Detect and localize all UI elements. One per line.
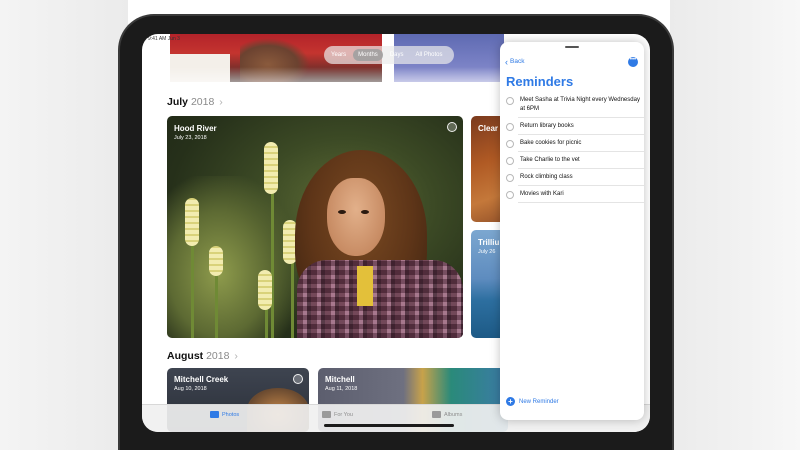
reminder-text: Bake cookies for picnic	[520, 140, 582, 146]
home-indicator[interactable]	[324, 424, 454, 427]
tab-albums[interactable]: Albums	[432, 411, 462, 418]
list-item[interactable]: Return library books	[500, 118, 644, 135]
card-title: Hood River	[174, 124, 217, 133]
card-date: July 23, 2018	[174, 135, 207, 141]
reminder-text: Return library books	[520, 123, 574, 129]
list-item[interactable]: Meet Sasha at Trivia Night every Wednesd…	[500, 92, 644, 118]
section-header-august[interactable]: August 2018 ›	[167, 350, 238, 362]
back-label: Back	[510, 58, 525, 65]
tab-label: Photos	[222, 411, 240, 418]
list-item[interactable]: Bake cookies for picnic	[500, 135, 644, 152]
status-bar-time: 9:41 AM Jun 3	[148, 36, 180, 42]
segment-months[interactable]: Months	[353, 49, 383, 61]
section-year: 2018	[190, 96, 215, 108]
chevron-left-icon: ‹	[505, 56, 508, 67]
tab-for-you[interactable]: For You	[322, 411, 353, 418]
flower-spike	[258, 270, 272, 310]
select-circle-icon[interactable]	[293, 374, 303, 384]
section-header-july[interactable]: July 2018 ›	[167, 96, 223, 108]
segment-years[interactable]: Years	[326, 49, 351, 61]
card-date: July 26	[478, 249, 496, 255]
flower-spike	[209, 246, 223, 276]
segment-all-photos[interactable]: All Photos	[410, 49, 447, 61]
segment-days[interactable]: Days	[385, 49, 409, 61]
section-month: August	[167, 350, 204, 362]
select-circle-icon[interactable]	[447, 122, 457, 132]
tab-photos[interactable]: Photos	[210, 411, 239, 418]
albums-icon	[432, 411, 441, 418]
timeline-segmented-control[interactable]: Years Months Days All Photos	[324, 46, 454, 64]
section-year: 2018	[206, 350, 230, 362]
checkbox-circle[interactable]	[506, 191, 514, 199]
stage-background-right	[670, 0, 800, 450]
chevron-right-icon: ›	[219, 96, 223, 108]
card-title: Clear	[478, 124, 499, 133]
flower-spike	[185, 198, 199, 246]
reminders-list: Meet Sasha at Trivia Night every Wednesd…	[500, 92, 644, 203]
new-reminder-label: New Reminder	[519, 398, 559, 405]
card-title: Trilliu	[478, 238, 500, 247]
checkbox-circle[interactable]	[506, 174, 514, 182]
checkbox-circle[interactable]	[506, 140, 514, 148]
more-options-icon[interactable]: •••	[628, 57, 638, 67]
tab-label: Albums	[444, 411, 463, 418]
tab-label: For You	[334, 411, 353, 418]
photos-icon	[210, 411, 219, 418]
list-item[interactable]: Rock climbing class	[500, 169, 644, 186]
reminder-text: Meet Sasha at Trivia Night every Wednesd…	[520, 97, 640, 112]
back-button[interactable]: ‹ Back	[505, 56, 525, 67]
section-month: July	[167, 96, 189, 108]
page-title: Reminders	[506, 74, 574, 89]
card-date: Aug 10, 2018	[174, 386, 207, 392]
list-item[interactable]: Movies with Kari	[500, 186, 644, 203]
chevron-right-icon: ›	[234, 350, 238, 362]
for-you-icon	[322, 411, 331, 418]
reminder-text: Rock climbing class	[520, 174, 573, 180]
card-date: Aug 11, 2018	[325, 386, 358, 392]
slide-over-grabber[interactable]	[565, 46, 579, 48]
checkbox-circle[interactable]	[506, 123, 514, 131]
ipad-screen: 9:41 AM Jun 3 Years Months Days All Phot…	[142, 34, 650, 432]
reminder-text: Take Charlie to the vet	[520, 157, 580, 163]
card-title: Mitchell	[325, 375, 355, 384]
plus-icon: +	[506, 397, 515, 406]
checkbox-circle[interactable]	[506, 97, 514, 105]
stage-background-left	[0, 0, 128, 450]
flower-spike	[264, 142, 278, 194]
checkbox-circle[interactable]	[506, 157, 514, 165]
reminder-text: Movies with Kari	[520, 191, 564, 197]
new-reminder-button[interactable]: + New Reminder	[506, 397, 559, 406]
photo-card-hood-river[interactable]: Hood River July 23, 2018	[167, 116, 463, 338]
card-title: Mitchell Creek	[174, 375, 229, 384]
list-item[interactable]: Take Charlie to the vet	[500, 152, 644, 169]
reminders-slide-over: ‹ Back ••• Reminders Meet Sasha at Trivi…	[500, 42, 644, 420]
